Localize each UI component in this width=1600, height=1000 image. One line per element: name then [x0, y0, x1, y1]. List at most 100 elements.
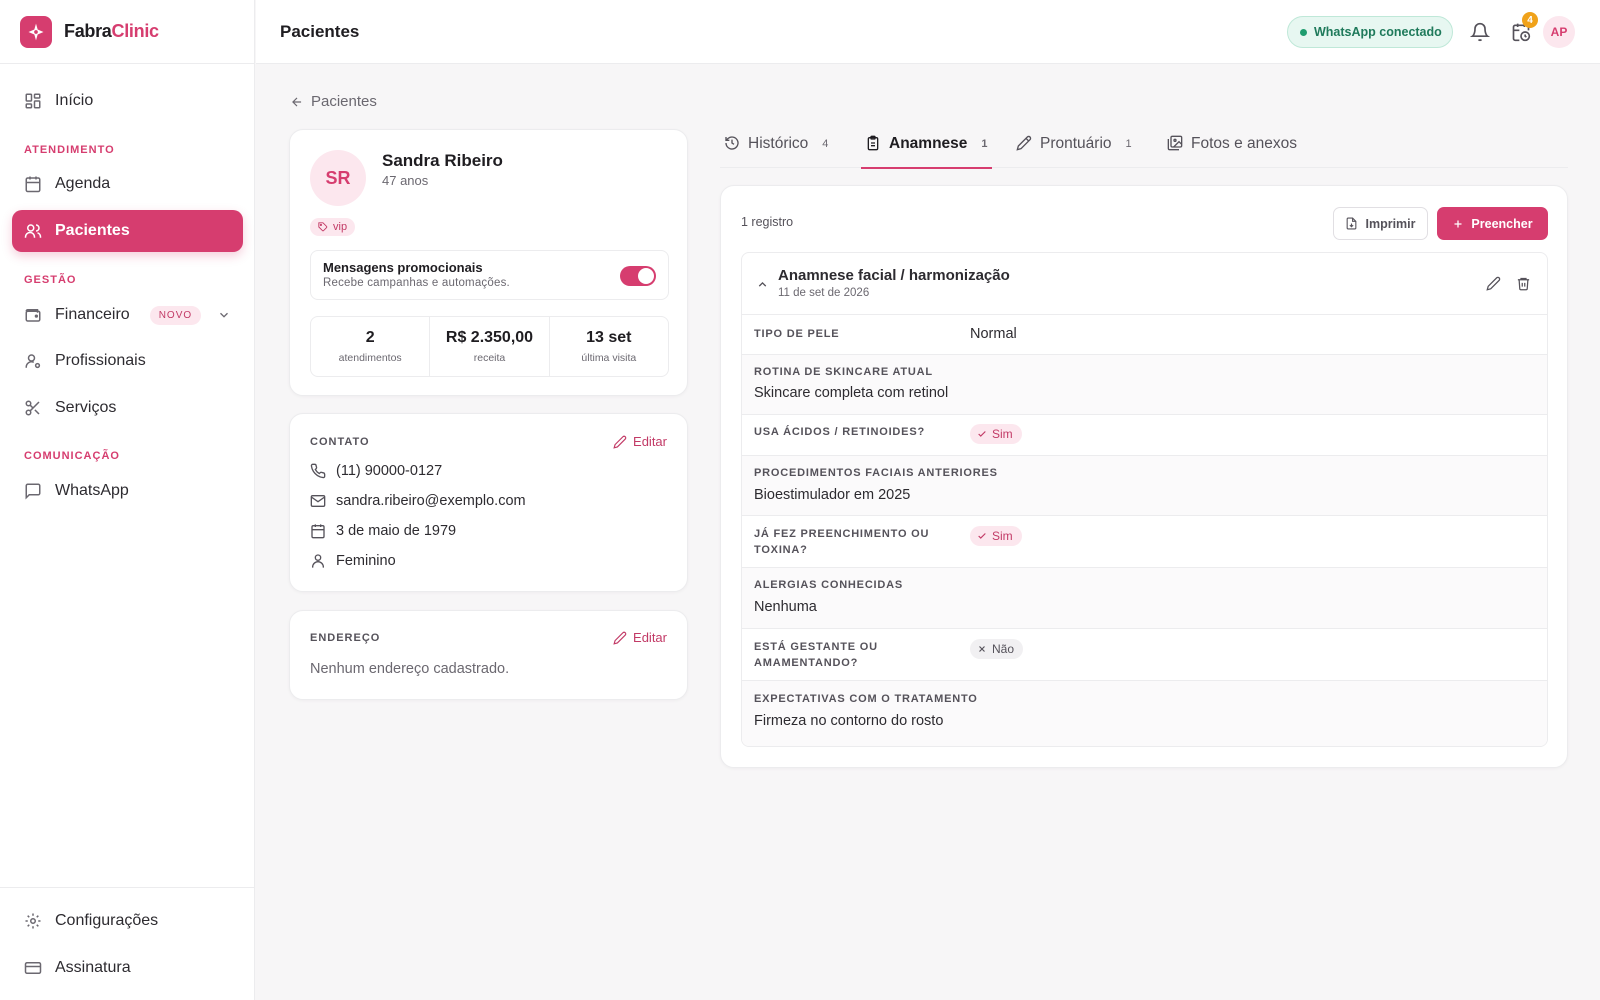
grid-icon	[25, 93, 41, 109]
anamnese-row: ROTINA DE SKINCARE ATUAL Skincare comple…	[742, 355, 1547, 415]
chat-icon	[25, 483, 41, 500]
tab-historico[interactable]: Histórico 4	[724, 126, 828, 168]
pencil-icon	[613, 435, 627, 449]
record-count: 1 registro	[741, 215, 794, 229]
edit-record-icon[interactable]	[1486, 276, 1501, 291]
tab-anamnese[interactable]: Anamnese 1	[861, 126, 992, 169]
new-badge: NOVO	[149, 305, 202, 325]
patient-avatar: SR	[310, 150, 366, 206]
back-to-patients-link[interactable]: Pacientes	[290, 93, 377, 110]
field-label: TIPO DE PELE	[754, 328, 840, 340]
fill-anamnese-button[interactable]: Preencher	[1437, 207, 1548, 240]
mail-icon	[310, 495, 326, 507]
anamnese-row: PROCEDIMENTOS FACIAIS ANTERIORES Bioesti…	[742, 456, 1547, 516]
person-icon	[312, 554, 324, 568]
clinic-logo-icon	[20, 15, 52, 48]
field-value: Nenhuma	[754, 599, 817, 615]
edit-address-button[interactable]: Editar	[613, 630, 667, 645]
field-value: Normal	[970, 326, 1017, 342]
brand[interactable]: FabraClinic	[0, 0, 254, 64]
edit-contact-button[interactable]: Editar	[613, 434, 667, 449]
stat-value: 13 set	[586, 329, 632, 346]
sidebar-item-assinatura[interactable]: Assinatura	[12, 947, 243, 989]
patient-age: 47 anos	[382, 173, 429, 188]
tab-label: Prontuário	[1040, 135, 1112, 152]
no-badge: Não	[970, 639, 1024, 659]
sidebar-item-pacientes[interactable]: Pacientes	[12, 210, 243, 252]
sidebar-item-label: Configurações	[55, 912, 159, 929]
patient-summary-card: SR Sandra Ribeiro 47 anos vip Mensagens …	[289, 129, 688, 396]
sidebar-item-inicio[interactable]: Início	[12, 80, 243, 122]
sidebar-item-configuracoes[interactable]: Configurações	[12, 900, 243, 942]
sidebar-item-label: Início	[55, 92, 94, 109]
sidebar-item-profissionais[interactable]: Profissionais	[12, 340, 243, 382]
patient-tag[interactable]: vip	[310, 218, 356, 236]
topbar: Pacientes WhatsApp conectado 4 AP	[256, 0, 1600, 64]
pencil-icon	[613, 631, 627, 645]
stat-label: atendimentos	[338, 352, 402, 364]
promo-title: Mensagens promocionais	[323, 260, 483, 275]
stat-value: R$ 2.350,00	[445, 329, 534, 346]
address-section-label: ENDEREÇO	[310, 632, 381, 644]
patient-tabs: Histórico 4 Anamnese 1 Prontuário 1 Foto…	[720, 126, 1568, 169]
section-gestao: GESTÃO	[24, 274, 77, 286]
field-label: PROCEDIMENTOS FACIAIS ANTERIORES	[754, 467, 998, 479]
sidebar-item-label: Serviços	[55, 399, 117, 416]
tab-count: 1	[1125, 138, 1132, 150]
check-icon	[978, 431, 986, 437]
sidebar-item-agenda[interactable]: Agenda	[12, 163, 243, 205]
sidebar-bottom: Configurações Assinatura	[0, 887, 255, 1000]
anamnese-record-header[interactable]: Anamnese facial / harmonização 11 de set…	[742, 253, 1547, 315]
status-dot-icon	[1300, 28, 1307, 36]
calendar-icon	[311, 524, 325, 539]
badge-label: Sim	[992, 529, 1013, 543]
phone-icon	[310, 463, 326, 479]
address-empty-message: Nenhum endereço cadastrado.	[310, 661, 510, 677]
address-card: ENDEREÇO Editar Nenhum endereço cadastra…	[289, 610, 688, 700]
chevron-up-icon[interactable]	[756, 278, 769, 291]
anamnese-panel: 1 registro Imprimir Preencher Anamnese f…	[720, 185, 1568, 768]
whatsapp-status-badge[interactable]: WhatsApp conectado	[1287, 16, 1453, 48]
tab-count: 1	[981, 138, 988, 150]
gear-icon	[25, 913, 41, 929]
chevron-down-icon[interactable]	[217, 308, 231, 322]
promo-subtitle: Recebe campanhas e automações.	[323, 277, 510, 289]
plus-icon	[1454, 220, 1462, 227]
sidebar-item-label: Pacientes	[55, 222, 130, 239]
email-value: sandra.ribeiro@exemplo.com	[336, 493, 526, 509]
stat-last-visit: 13 set última visita	[550, 317, 668, 376]
stat-revenue: R$ 2.350,00 receita	[430, 317, 550, 376]
sidebar-item-financeiro[interactable]: Financeiro NOVO	[12, 294, 243, 336]
calendar-icon	[25, 176, 41, 193]
tab-prontuario[interactable]: Prontuário 1	[1016, 126, 1132, 168]
phone-value: (11) 90000-0127	[336, 463, 443, 479]
sidebar-item-servicos[interactable]: Serviços	[12, 387, 243, 429]
whatsapp-status-label: WhatsApp conectado	[1314, 25, 1442, 39]
trash-icon[interactable]	[1516, 276, 1531, 291]
tab-count: 4	[822, 138, 829, 150]
x-icon	[979, 646, 985, 652]
user-avatar[interactable]: AP	[1543, 16, 1575, 48]
edit-label: Editar	[633, 434, 667, 449]
history-icon	[725, 136, 739, 150]
tab-label: Fotos e anexos	[1191, 135, 1297, 152]
patient-name: Sandra Ribeiro	[382, 151, 503, 170]
contact-phone: (11) 90000-0127	[310, 463, 442, 479]
tab-fotos-anexos[interactable]: Fotos e anexos	[1167, 126, 1297, 168]
promo-toggle[interactable]	[620, 266, 656, 286]
anamnese-row: USA ÁCIDOS / RETINOIDES? Sim	[742, 415, 1547, 456]
bell-icon[interactable]	[1470, 22, 1490, 42]
stat-label: última visita	[581, 352, 637, 364]
field-label: ROTINA DE SKINCARE ATUAL	[754, 366, 933, 378]
tab-label: Anamnese	[889, 135, 968, 152]
scissors-icon	[25, 400, 40, 416]
section-comunicacao: COMUNICAÇÃO	[24, 450, 120, 462]
sidebar-item-whatsapp[interactable]: WhatsApp	[12, 470, 243, 512]
gender-value: Feminino	[336, 553, 396, 569]
field-label: EXPECTATIVAS COM O TRATAMENTO	[754, 693, 978, 705]
toggle-knob	[638, 268, 654, 284]
anamnese-row: JÁ FEZ PREENCHIMENTO OU TOXINA? Sim	[742, 516, 1547, 568]
pen-icon	[1016, 135, 1032, 151]
print-button[interactable]: Imprimir	[1333, 207, 1428, 240]
yes-badge: Sim	[970, 424, 1022, 444]
